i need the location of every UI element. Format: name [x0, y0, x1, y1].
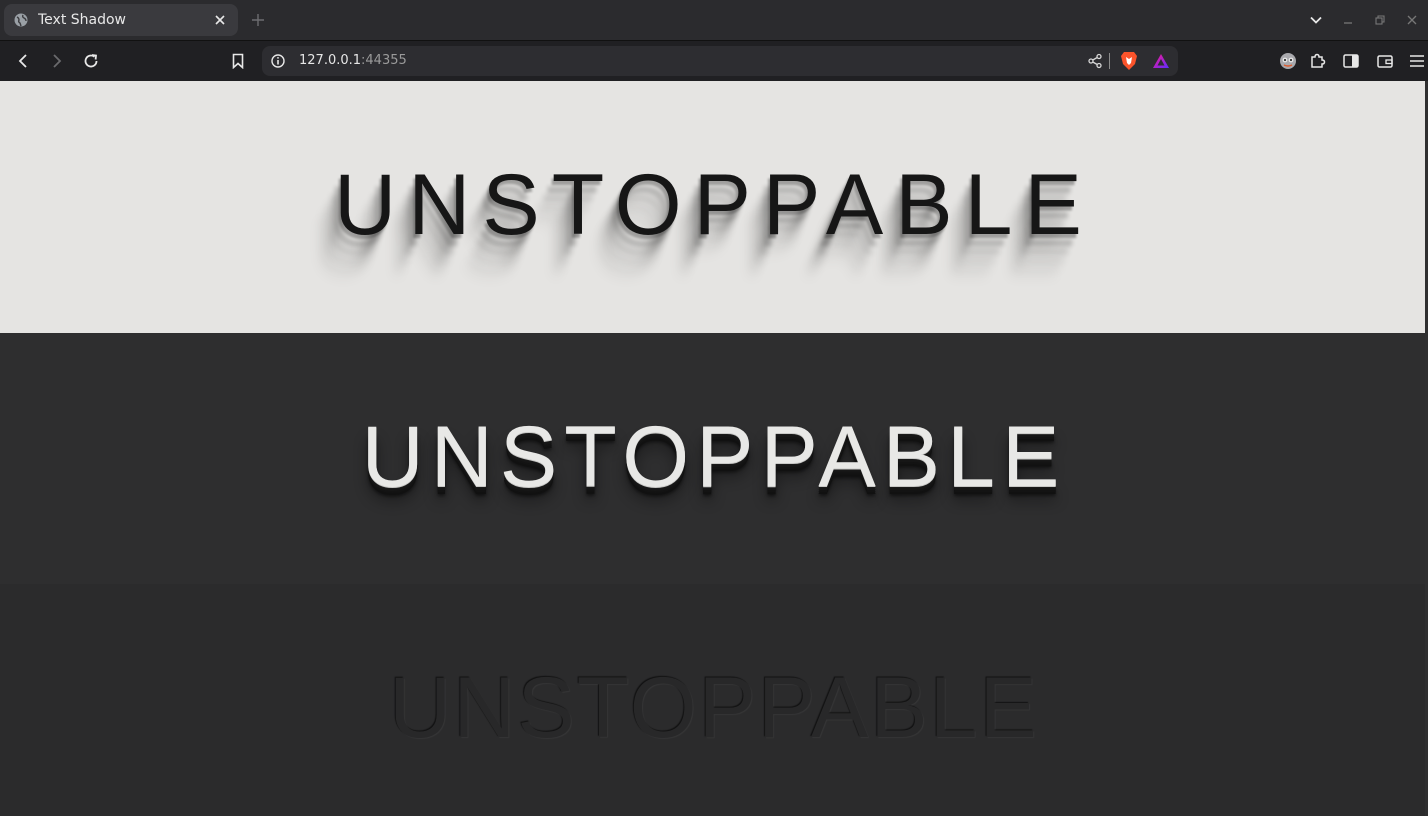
- url-port: :44355: [361, 53, 407, 68]
- page-content: UNSTOPPABLE UNSTOPPABLE UNSTOPPABLE: [0, 81, 1428, 816]
- menu-icon[interactable]: [1405, 49, 1428, 73]
- minimize-icon[interactable]: [1332, 8, 1364, 32]
- headline-inset-shadow: UNSTOPPABLE: [389, 659, 1039, 756]
- shadow-panel-3d: UNSTOPPABLE: [0, 333, 1428, 584]
- browser-window: Text Shadow 127.0.0.1:44355 UNSTOPPABLE …: [0, 0, 1428, 816]
- headline-long-shadow: UNSTOPPABLE: [334, 157, 1094, 253]
- address-bar-actions: [1087, 51, 1170, 71]
- shadow-panel-inset: UNSTOPPABLE: [0, 584, 1428, 816]
- tab-title: Text Shadow: [38, 12, 127, 28]
- globe-icon: [14, 13, 28, 27]
- info-icon[interactable]: [270, 53, 286, 69]
- puzzle-icon[interactable]: [1306, 49, 1330, 73]
- brave-lion-icon[interactable]: [1120, 51, 1138, 71]
- reload-icon[interactable]: [79, 49, 103, 73]
- tab-active[interactable]: Text Shadow: [4, 4, 238, 36]
- share-icon[interactable]: [1087, 53, 1103, 69]
- chevron-down-icon[interactable]: [1300, 8, 1332, 32]
- close-window-icon[interactable]: [1396, 8, 1428, 32]
- close-icon[interactable]: [212, 12, 228, 28]
- restore-icon[interactable]: [1364, 8, 1396, 32]
- bookmark-icon[interactable]: [226, 49, 250, 73]
- address-bar[interactable]: 127.0.0.1:44355: [262, 46, 1178, 76]
- forward-arrow-icon[interactable]: [45, 49, 69, 73]
- rewards-triangle-icon[interactable]: [1152, 53, 1170, 69]
- shadow-panel-long: UNSTOPPABLE: [0, 81, 1428, 333]
- back-arrow-icon[interactable]: [11, 49, 35, 73]
- url-host: 127.0.0.1: [299, 53, 362, 68]
- extension-avatar-icon[interactable]: [1276, 49, 1300, 73]
- tab-strip: Text Shadow: [0, 0, 1428, 40]
- toolbar: 127.0.0.1:44355: [0, 40, 1428, 80]
- sidebar-icon[interactable]: [1339, 49, 1363, 73]
- url-text[interactable]: 127.0.0.1:44355: [299, 52, 407, 70]
- window-controls: [1300, 8, 1428, 32]
- wallet-icon[interactable]: [1373, 49, 1397, 73]
- headline-3d-shadow: UNSTOPPABLE: [361, 408, 1067, 505]
- plus-icon[interactable]: [248, 10, 268, 30]
- separator: [1109, 53, 1110, 69]
